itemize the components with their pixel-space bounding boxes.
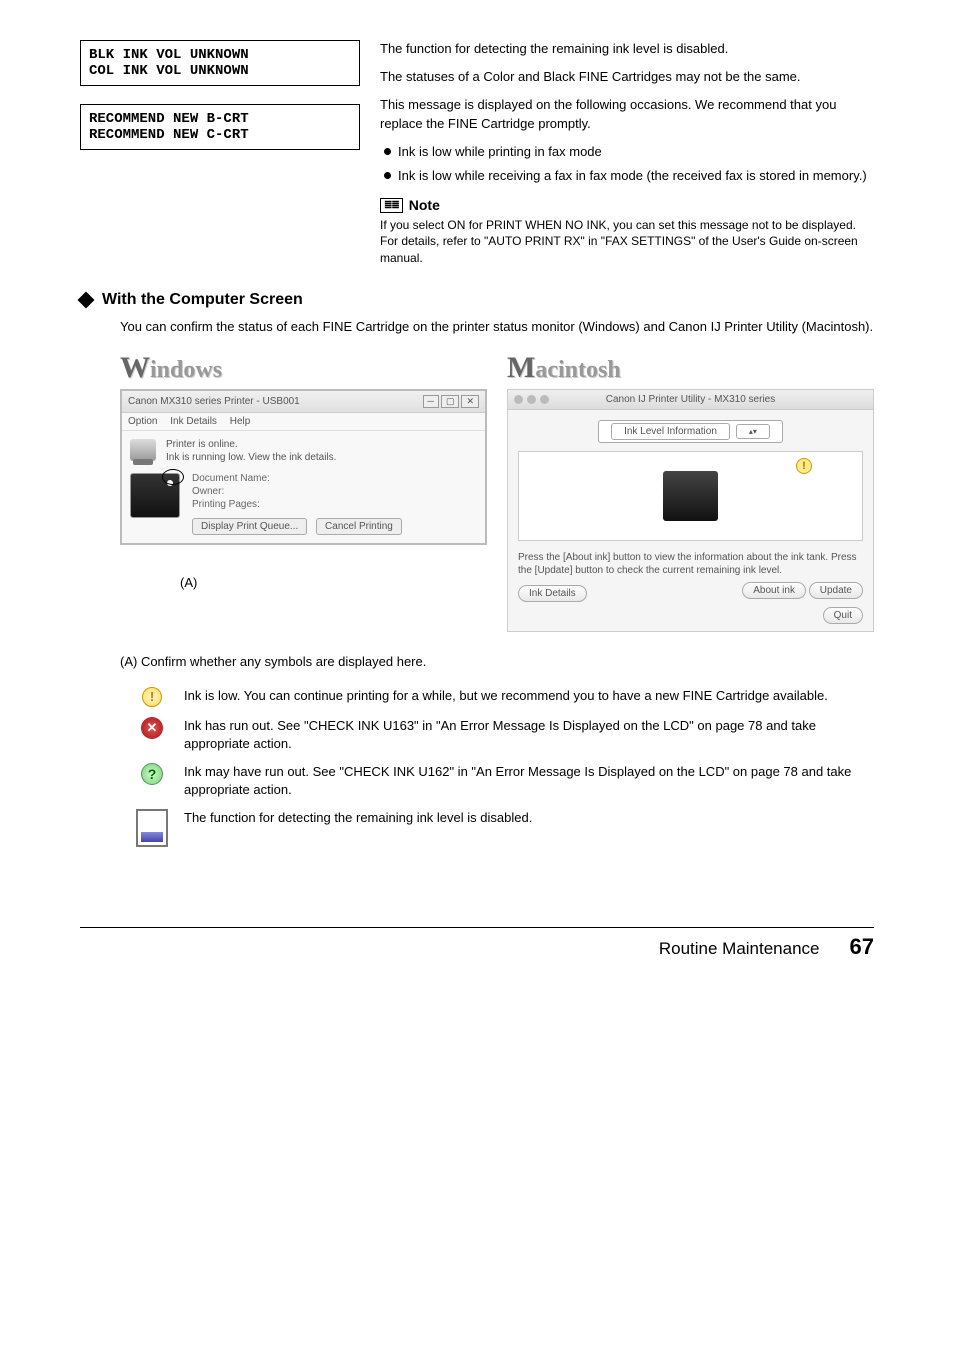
icon-description: The function for detecting the remaining… bbox=[184, 809, 874, 827]
note-icon: ≣≣ bbox=[380, 198, 403, 213]
ink-detection-disabled-icon bbox=[136, 809, 168, 847]
cancel-printing-button: Cancel Printing bbox=[316, 518, 402, 535]
field-label: Document Name: bbox=[192, 473, 408, 484]
bullet-item: Ink is low while receiving a fax in fax … bbox=[380, 167, 874, 185]
status-line: Printer is online. bbox=[166, 439, 477, 450]
printer-icon bbox=[130, 439, 156, 461]
ink-details-button: Ink Details bbox=[518, 585, 587, 602]
windows-status-monitor: Canon MX310 series Printer - USB001 ─▢✕ … bbox=[120, 389, 487, 545]
ink-out-icon: ✕ bbox=[141, 717, 163, 739]
field-label: Owner: bbox=[192, 486, 408, 497]
lcd-line: RECOMMEND NEW B-CRT bbox=[89, 111, 249, 127]
note-body: If you select ON for PRINT WHEN NO INK, … bbox=[380, 217, 874, 266]
section-heading: With the Computer Screen bbox=[102, 291, 303, 309]
display-queue-button: Display Print Queue... bbox=[192, 518, 307, 535]
paragraph: The statuses of a Color and Black FINE C… bbox=[380, 68, 874, 86]
menu-ink-details: Ink Details bbox=[170, 416, 217, 427]
confirm-text: (A) Confirm whether any symbols are disp… bbox=[120, 652, 874, 672]
paragraph: The function for detecting the remaining… bbox=[380, 40, 874, 58]
top-section: BLK INK VOL UNKNOWN COL INK VOL UNKNOWN … bbox=[80, 40, 874, 266]
lcd-message-boxes: BLK INK VOL UNKNOWN COL INK VOL UNKNOWN … bbox=[80, 40, 360, 266]
bullet-list: Ink is low while printing in fax mode In… bbox=[380, 143, 874, 185]
cartridge-image bbox=[663, 471, 718, 521]
update-button: Update bbox=[809, 582, 863, 599]
quit-button: Quit bbox=[823, 607, 863, 624]
icon-legend: ! Ink is low. You can continue printing … bbox=[135, 687, 874, 848]
note-block: ≣≣ Note If you select ON for PRINT WHEN … bbox=[380, 197, 874, 266]
mac-printer-utility: Canon IJ Printer Utility - MX310 series … bbox=[507, 389, 874, 632]
page-number: 67 bbox=[850, 934, 874, 960]
paragraph: This message is displayed on the followi… bbox=[380, 96, 874, 132]
lcd-box-1: BLK INK VOL UNKNOWN COL INK VOL UNKNOWN bbox=[80, 40, 360, 86]
mac-info-text: Press the [About ink] button to view the… bbox=[518, 551, 863, 577]
lcd-line: COL INK VOL UNKNOWN bbox=[89, 63, 249, 79]
status-line: Ink is running low. View the ink details… bbox=[166, 452, 477, 463]
mac-traffic-lights bbox=[514, 395, 549, 404]
callout-oval bbox=[162, 469, 184, 485]
mac-dropdown: Ink Level Information bbox=[611, 423, 730, 440]
footer-section: Routine Maintenance bbox=[659, 939, 820, 959]
computer-screen-section: With the Computer Screen You can confirm… bbox=[80, 291, 874, 848]
bullet-item: Ink is low while printing in fax mode bbox=[380, 143, 874, 161]
window-controls: ─▢✕ bbox=[423, 395, 479, 408]
field-label: Printing Pages: bbox=[192, 499, 408, 510]
icon-description: Ink has run out. See "CHECK INK U163" in… bbox=[184, 717, 874, 753]
callout-a-label: (A) bbox=[180, 575, 487, 590]
lcd-line: BLK INK VOL UNKNOWN bbox=[89, 47, 249, 63]
lcd-box-2: RECOMMEND NEW B-CRT RECOMMEND NEW C-CRT bbox=[80, 104, 360, 150]
icon-description: Ink may have run out. See "CHECK INK U16… bbox=[184, 763, 874, 799]
menu-help: Help bbox=[230, 416, 251, 427]
menu-option: Option bbox=[128, 416, 157, 427]
diamond-icon bbox=[78, 291, 95, 308]
icon-description: Ink is low. You can continue printing fo… bbox=[184, 687, 874, 705]
macintosh-column: Macintosh Canon IJ Printer Utility - MX3… bbox=[507, 351, 874, 632]
note-label: Note bbox=[409, 197, 440, 213]
page-footer: Routine Maintenance 67 bbox=[80, 927, 874, 960]
windows-column: Windows Canon MX310 series Printer - USB… bbox=[120, 351, 487, 632]
win-panel-title: Canon MX310 series Printer - USB001 bbox=[128, 396, 300, 407]
mac-panel-title: Canon IJ Printer Utility - MX310 series bbox=[606, 394, 776, 405]
ink-maybe-out-icon: ? bbox=[141, 763, 163, 785]
top-description: The function for detecting the remaining… bbox=[380, 40, 874, 266]
lcd-line: RECOMMEND NEW C-CRT bbox=[89, 127, 249, 143]
section-intro: You can confirm the status of each FINE … bbox=[120, 317, 874, 337]
ink-low-icon: ! bbox=[142, 687, 162, 707]
macintosh-label: Macintosh bbox=[507, 351, 874, 385]
warning-icon: ! bbox=[796, 458, 812, 474]
windows-label: Windows bbox=[120, 351, 487, 385]
about-ink-button: About ink bbox=[742, 582, 806, 599]
